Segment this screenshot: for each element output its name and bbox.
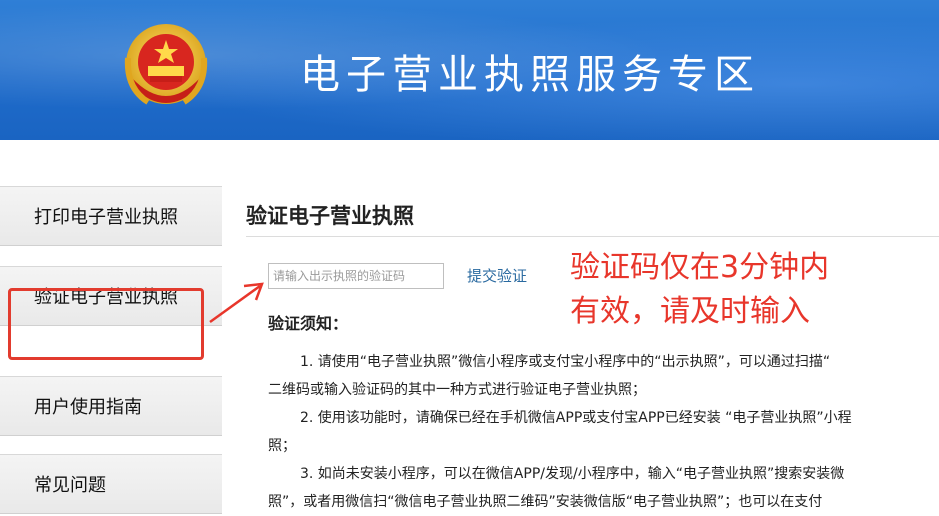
- arrow-icon: [209, 282, 264, 324]
- national-emblem-icon: [124, 24, 208, 105]
- note-line: 1. 请使用“电子营业执照”微信小程序或支付宝小程序中的“出示执照”，可以通过扫…: [300, 354, 831, 370]
- sidebar: 打印电子营业执照 验证电子营业执照 用户使用指南 常见问题: [0, 186, 222, 516]
- sidebar-item-label: 验证电子营业执照: [34, 287, 178, 308]
- note-line: 2. 使用该功能时，请确保已经在手机微信APP或支付宝APP已经安装 “电子营业…: [300, 410, 852, 426]
- annotation-text: 验证码仅在3分钟内 有效，请及时输入: [570, 246, 829, 334]
- submit-verify-link[interactable]: 提交验证: [467, 265, 527, 286]
- notes-body: 1. 请使用“电子营业执照”微信小程序或支付宝小程序中的“出示执照”，可以通过扫…: [268, 348, 939, 516]
- sidebar-item-print-license[interactable]: 打印电子营业执照: [0, 186, 222, 246]
- annotation-line: 验证码仅在3分钟内: [570, 250, 830, 285]
- sidebar-item-faq[interactable]: 常见问题: [0, 454, 222, 514]
- page-banner-title: 电子营业执照服务专区: [300, 52, 760, 98]
- note-line: 3. 如尚未安装小程序，可以在微信APP/发现/小程序中，输入“电子营业执照”搜…: [300, 466, 845, 482]
- notes-heading: 验证须知：: [268, 314, 349, 333]
- sidebar-item-label: 打印电子营业执照: [34, 207, 178, 228]
- note-line: 照；: [268, 438, 296, 454]
- sidebar-item-label: 用户使用指南: [34, 397, 142, 418]
- verification-code-input[interactable]: [268, 263, 444, 289]
- sidebar-item-user-guide[interactable]: 用户使用指南: [0, 376, 222, 436]
- sidebar-item-label: 常见问题: [34, 475, 106, 496]
- page-title: 验证电子营业执照: [246, 204, 414, 228]
- title-divider: [246, 236, 939, 237]
- note-line: 照”，或者用微信扫“微信电子营业执照二维码”安装微信版“电子营业执照”；也可以在…: [268, 494, 823, 510]
- header-banner: 电子营业执照服务专区: [0, 0, 939, 140]
- sidebar-item-verify-license[interactable]: 验证电子营业执照: [0, 266, 222, 326]
- annotation-line: 有效，请及时输入: [570, 294, 810, 329]
- note-line: 二维码或输入验证码的其中一种方式进行验证电子营业执照；: [268, 382, 646, 398]
